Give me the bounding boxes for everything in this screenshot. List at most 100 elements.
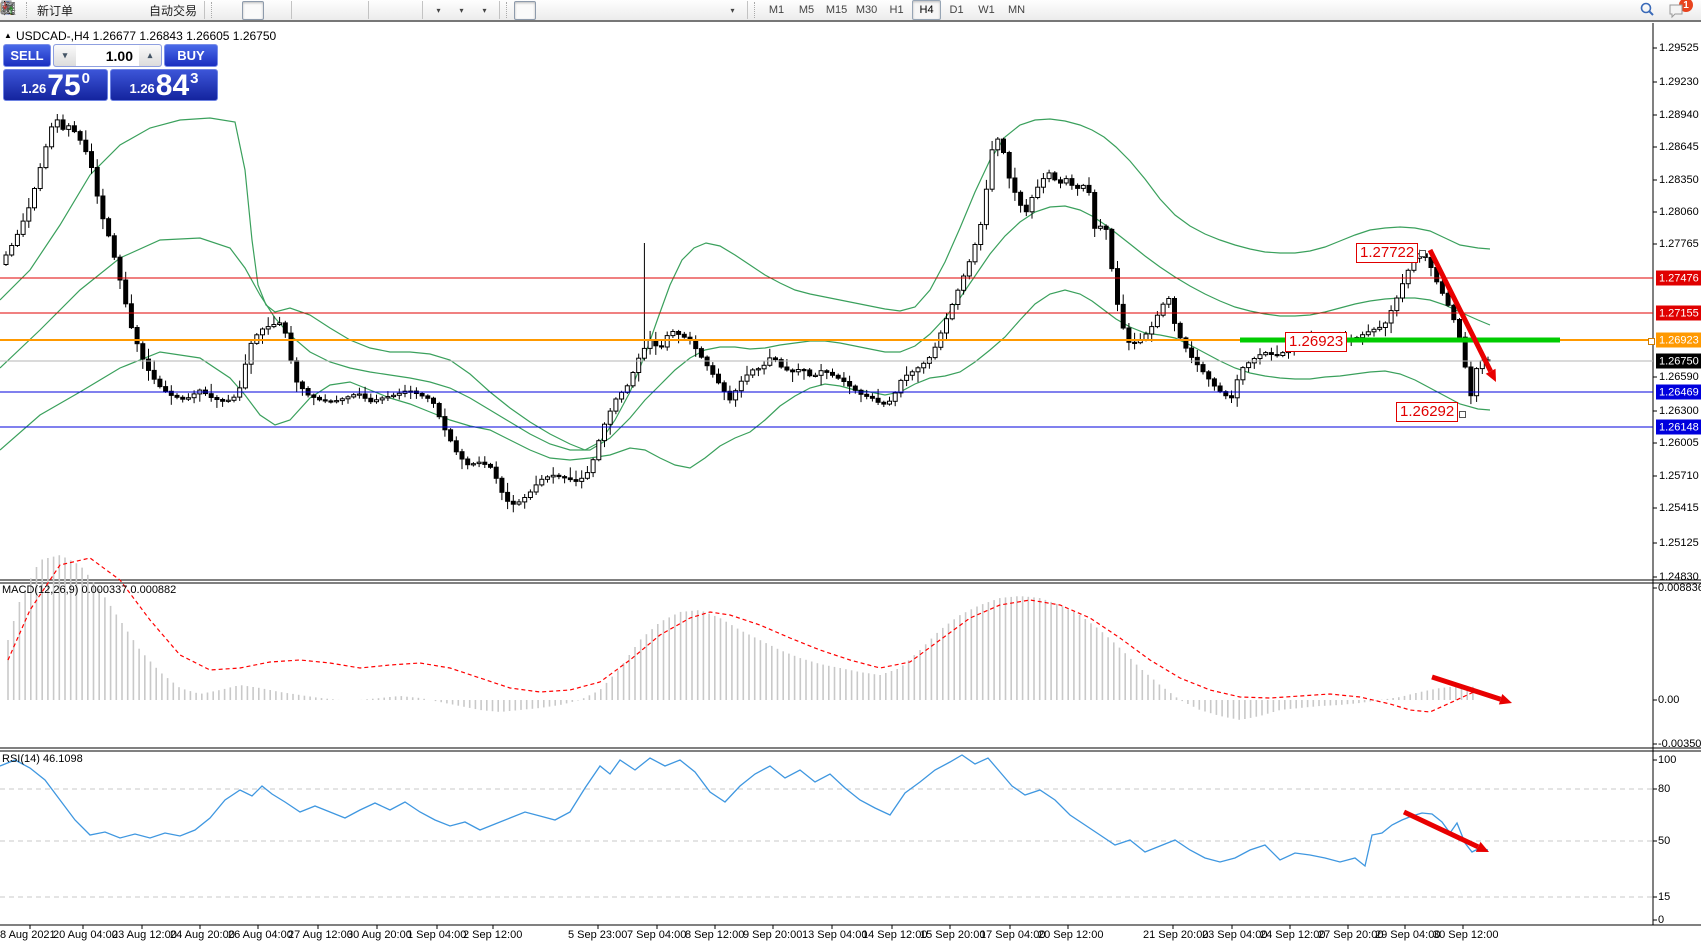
fibonacci-icon[interactable]: F — [652, 1, 674, 20]
toolbar-grip — [754, 2, 759, 18]
auto-scroll-icon[interactable] — [373, 1, 395, 20]
rsi-axis-tick-label: 0 — [1658, 914, 1664, 926]
text-label-icon[interactable]: T — [698, 1, 720, 20]
rsi-axis-tick-label: 80 — [1658, 783, 1670, 795]
buy-price-sup: 3 — [190, 70, 198, 87]
chart-shift-icon[interactable] — [396, 1, 418, 20]
buy-price-display[interactable]: 1.26 84 3 — [110, 69, 218, 101]
price-axis-tick-label: 1.28350 — [1659, 174, 1699, 186]
arrows-button[interactable]: ▾ — [721, 1, 743, 20]
crosshair-icon[interactable] — [537, 1, 559, 20]
price-axis-tick-label: 1.26005 — [1659, 437, 1699, 449]
timeframe-d1[interactable]: D1 — [942, 0, 971, 20]
vertical-line-icon[interactable] — [560, 1, 582, 20]
equidistant-channel-icon[interactable]: E — [629, 1, 651, 20]
price-annotation-label[interactable]: 1.26923 — [1285, 332, 1347, 352]
mt4-window: 新订单 自动交易 — [0, 0, 1701, 943]
toolbar-separator — [422, 1, 423, 19]
timeframe-h1[interactable]: H1 — [882, 0, 911, 20]
sell-button[interactable]: SELL — [3, 44, 51, 67]
sell-price-small: 1.26 — [21, 81, 46, 96]
highlighter-icon[interactable] — [77, 1, 99, 20]
time-axis-label: 24 Aug 20:00 — [170, 929, 235, 941]
toolbar: 新订单 自动交易 — [0, 0, 1701, 22]
trendline-icon[interactable] — [606, 1, 628, 20]
timeframe-toolbar: M1M5M15M30H1H4D1W1MN — [762, 0, 1031, 20]
buy-price-big: 84 — [156, 73, 189, 99]
orange-line-anchor-square[interactable] — [1648, 338, 1655, 345]
time-axis-label: 27 Aug 12:00 — [288, 929, 353, 941]
toolbar-separator — [368, 1, 369, 19]
chart-canvas[interactable] — [0, 0, 1701, 943]
tile-windows-icon[interactable] — [342, 1, 364, 20]
time-axis-label: 17 Sep 04:00 — [980, 929, 1045, 941]
annotation-anchor-square[interactable] — [1419, 250, 1426, 257]
terminal-icon[interactable] — [100, 1, 122, 20]
horizontal-line-icon[interactable] — [583, 1, 605, 20]
timeframe-w1[interactable]: W1 — [972, 0, 1001, 20]
timeframe-m15[interactable]: M15 — [822, 0, 851, 20]
buy-button[interactable]: BUY — [164, 44, 218, 67]
signal-icon[interactable] — [123, 1, 145, 20]
text-icon[interactable]: A — [675, 1, 697, 20]
toolbar-grip — [211, 2, 216, 18]
chat-bubble-icon — [1667, 2, 1685, 20]
timeframe-m1[interactable]: M1 — [762, 0, 791, 20]
rsi-label: RSI(14) 46.1098 — [2, 753, 83, 765]
chart-title: USDCAD-,H4 1.26677 1.26843 1.26605 1.267… — [16, 29, 276, 43]
sell-price-big: 75 — [47, 73, 80, 99]
timeframe-m30[interactable]: M30 — [852, 0, 881, 20]
time-axis-label: 26 Aug 04:00 — [228, 929, 293, 941]
chevron-down-icon: ▾ — [483, 6, 487, 15]
time-axis-label: 27 Sep 20:00 — [1318, 929, 1383, 941]
price-axis-tick-label: 1.25125 — [1659, 537, 1699, 549]
candlestick-chart-icon[interactable] — [242, 1, 264, 20]
timeframe-h4[interactable]: H4 — [912, 0, 941, 20]
indicators-button[interactable]: ▾ — [427, 1, 449, 20]
volume-decrease-button[interactable]: ▾ — [54, 45, 76, 66]
search-icon[interactable] — [1638, 1, 1660, 20]
cursor-icon[interactable] — [514, 1, 536, 20]
timeframe-m5[interactable]: M5 — [792, 0, 821, 20]
annotation-anchor-square[interactable] — [1459, 411, 1466, 418]
macd-axis-tick-label: 0.008836 — [1658, 582, 1701, 594]
price-line-label: 1.26469 — [1656, 385, 1701, 400]
price-annotation-label[interactable]: 1.27722 — [1356, 243, 1418, 263]
price-line-label: 1.26148 — [1656, 420, 1701, 435]
time-axis-label: 14 Sep 12:00 — [862, 929, 927, 941]
sell-price-sup: 0 — [82, 70, 90, 87]
time-axis-label: 5 Sep 23:00 — [568, 929, 627, 941]
time-axis-label: 7 Sep 04:00 — [627, 929, 686, 941]
price-axis-tick-label: 1.26300 — [1659, 405, 1699, 417]
toolbar-separator — [204, 1, 205, 19]
toolbar-separator — [291, 1, 292, 19]
time-axis-label: 23 Aug 12:00 — [112, 929, 177, 941]
line-chart-icon[interactable] — [265, 1, 287, 20]
volume-increase-button[interactable]: ▴ — [139, 45, 161, 66]
zoom-out-icon[interactable] — [319, 1, 341, 20]
new-order-button[interactable]: 新订单 — [34, 1, 76, 20]
time-axis-label: 1 Sep 04:00 — [407, 929, 466, 941]
macd-axis-tick-label: -0.003509 — [1658, 738, 1701, 750]
macd-label: MACD(12,26,9) 0.000337 0.000882 — [2, 584, 176, 596]
buy-price-small: 1.26 — [129, 81, 154, 96]
price-annotation-label[interactable]: 1.26292 — [1396, 402, 1458, 422]
auto-trading-button[interactable]: 自动交易 — [146, 1, 200, 20]
volume-control: ▾ 1.00 ▴ — [53, 44, 162, 67]
time-axis-label: 30 Aug 20:00 — [347, 929, 412, 941]
time-axis-label: 8 Aug 2021 — [0, 929, 56, 941]
timeframe-mn[interactable]: MN — [1002, 0, 1031, 20]
notifications-button[interactable]: 1 — [1666, 1, 1688, 20]
zoom-in-icon[interactable] — [296, 1, 318, 20]
volume-input[interactable]: 1.00 — [76, 45, 139, 66]
price-axis-tick-label: 1.28940 — [1659, 109, 1699, 121]
periods-button[interactable]: ▾ — [450, 1, 472, 20]
toolbar-separator — [499, 1, 500, 19]
auto-trading-label: 自动交易 — [149, 2, 197, 19]
price-line-label: 1.27476 — [1656, 271, 1701, 286]
time-axis-label: 30 Sep 12:00 — [1433, 929, 1498, 941]
sell-price-display[interactable]: 1.26 75 0 — [3, 69, 108, 101]
bar-chart-icon[interactable] — [219, 1, 241, 20]
templates-button[interactable]: ▾ — [473, 1, 495, 20]
price-axis-tick-label: 1.26590 — [1659, 371, 1699, 383]
